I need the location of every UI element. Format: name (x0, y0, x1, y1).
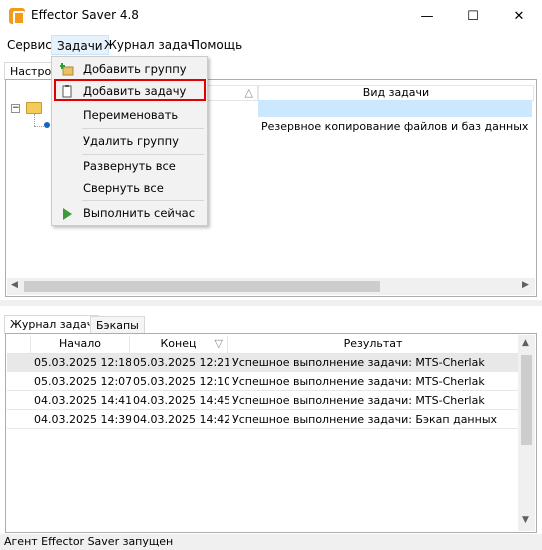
sort-desc-icon: ▽ (214, 337, 223, 350)
menu-run-now-label: Выполнить сейчас (83, 206, 196, 220)
log-result: Успешное выполнение задачи: MTS-Cherlak (232, 375, 485, 388)
app-logo-icon (9, 8, 25, 25)
tab-task-log[interactable]: Журнал задач (4, 315, 100, 334)
scroll-down-icon[interactable]: ▼ (522, 515, 529, 525)
log-row[interactable]: 04.03.2025 14:41:2 04.03.2025 14:45:1 Ус… (7, 392, 519, 410)
log-row[interactable]: 05.03.2025 12:18:1 05.03.2025 12:21:2 Ус… (7, 354, 519, 372)
highlight-frame (54, 79, 206, 101)
scroll-right-icon[interactable]: ▶ (522, 280, 529, 290)
menu-rename[interactable]: Переименовать (52, 105, 207, 125)
menu-separator (82, 154, 204, 155)
menu-separator (82, 200, 204, 201)
vertical-scrollbar[interactable]: ▲ ▼ (518, 335, 535, 531)
menu-help[interactable]: Помощь (186, 35, 247, 55)
tasks-dropdown-menu: Добавить группу Добавить задачу Переимен… (51, 56, 208, 226)
log-indicator-header (7, 336, 31, 354)
menu-run-now[interactable]: Выполнить сейчас (52, 203, 207, 223)
log-end: 05.03.2025 12:21:2 (133, 356, 229, 369)
horizontal-scrollbar[interactable]: ◀ ▶ (7, 278, 535, 295)
log-row[interactable]: 04.03.2025 14:39:1 04.03.2025 14:42:5 Ус… (7, 411, 519, 429)
status-bar: Агент Effector Saver запущен (0, 534, 542, 550)
grid-sort-column[interactable]: △ (206, 85, 258, 101)
column-end-label: Конец (160, 337, 197, 350)
selected-task-row[interactable] (258, 100, 532, 117)
menu-add-group-label: Добавить группу (83, 62, 187, 76)
column-start[interactable]: Начало (31, 336, 130, 354)
menu-task-log[interactable]: Журнал задач (99, 35, 200, 55)
menu-add-group[interactable]: Добавить группу (52, 59, 207, 79)
menu-delete-group[interactable]: Удалить группу (52, 131, 207, 151)
log-result: Успешное выполнение задачи: MTS-Cherlak (232, 394, 485, 407)
log-start: 04.03.2025 14:39:1 (34, 413, 131, 426)
folder-icon (26, 102, 42, 114)
add-folder-icon (59, 62, 74, 76)
tab-backups[interactable]: Бэкапы (90, 316, 145, 334)
pane-splitter[interactable] (0, 300, 542, 306)
scroll-left-icon[interactable]: ◀ (11, 280, 18, 290)
column-result[interactable]: Результат (228, 336, 519, 354)
sort-indicator-icon: △ (244, 86, 253, 99)
close-button[interactable]: ✕ (496, 0, 542, 32)
column-end[interactable]: Конец ▽ (130, 336, 228, 354)
log-end: 04.03.2025 14:45:1 (133, 394, 229, 407)
menu-bar: Сервис Задачи Журнал задач Помощь (0, 33, 542, 57)
bottom-tab-strip: Журнал задач Бэкапы (4, 315, 538, 334)
task-icon (44, 122, 50, 128)
play-icon (60, 207, 74, 221)
scroll-thumb[interactable] (521, 355, 532, 445)
task-log-panel: Начало Конец ▽ Результат 05.03.2025 12:1… (5, 333, 537, 533)
scroll-up-icon[interactable]: ▲ (522, 338, 529, 348)
log-result: Успешное выполнение задачи: MTS-Cherlak (232, 356, 485, 369)
menu-separator (82, 128, 204, 129)
task-type-cell[interactable]: Резервное копирование файлов и баз данны… (261, 120, 528, 133)
column-task-type[interactable]: Вид задачи (258, 85, 534, 101)
log-start: 04.03.2025 14:41:2 (34, 394, 131, 407)
minimize-button[interactable]: — (404, 0, 450, 32)
window-title: Effector Saver 4.8 (31, 8, 139, 22)
menu-expand-all[interactable]: Развернуть все (52, 156, 207, 176)
maximize-button[interactable]: ☐ (450, 0, 496, 32)
log-row[interactable]: 05.03.2025 12:07:2 05.03.2025 12:10:4 Ус… (7, 373, 519, 391)
log-result: Успешное выполнение задачи: Бэкап данных (232, 413, 498, 426)
scroll-thumb[interactable] (24, 281, 380, 292)
menu-service[interactable]: Сервис (2, 35, 57, 55)
menu-collapse-all[interactable]: Свернуть все (52, 178, 207, 198)
log-start: 05.03.2025 12:07:2 (34, 375, 131, 388)
tree-connector (34, 126, 44, 127)
log-end: 04.03.2025 14:42:5 (133, 413, 229, 426)
log-end: 05.03.2025 12:10:4 (133, 375, 229, 388)
title-bar: Effector Saver 4.8 — ☐ ✕ (0, 0, 542, 32)
tree-connector (34, 114, 35, 126)
tree-expander-icon[interactable]: − (11, 104, 20, 113)
log-start: 05.03.2025 12:18:1 (34, 356, 131, 369)
